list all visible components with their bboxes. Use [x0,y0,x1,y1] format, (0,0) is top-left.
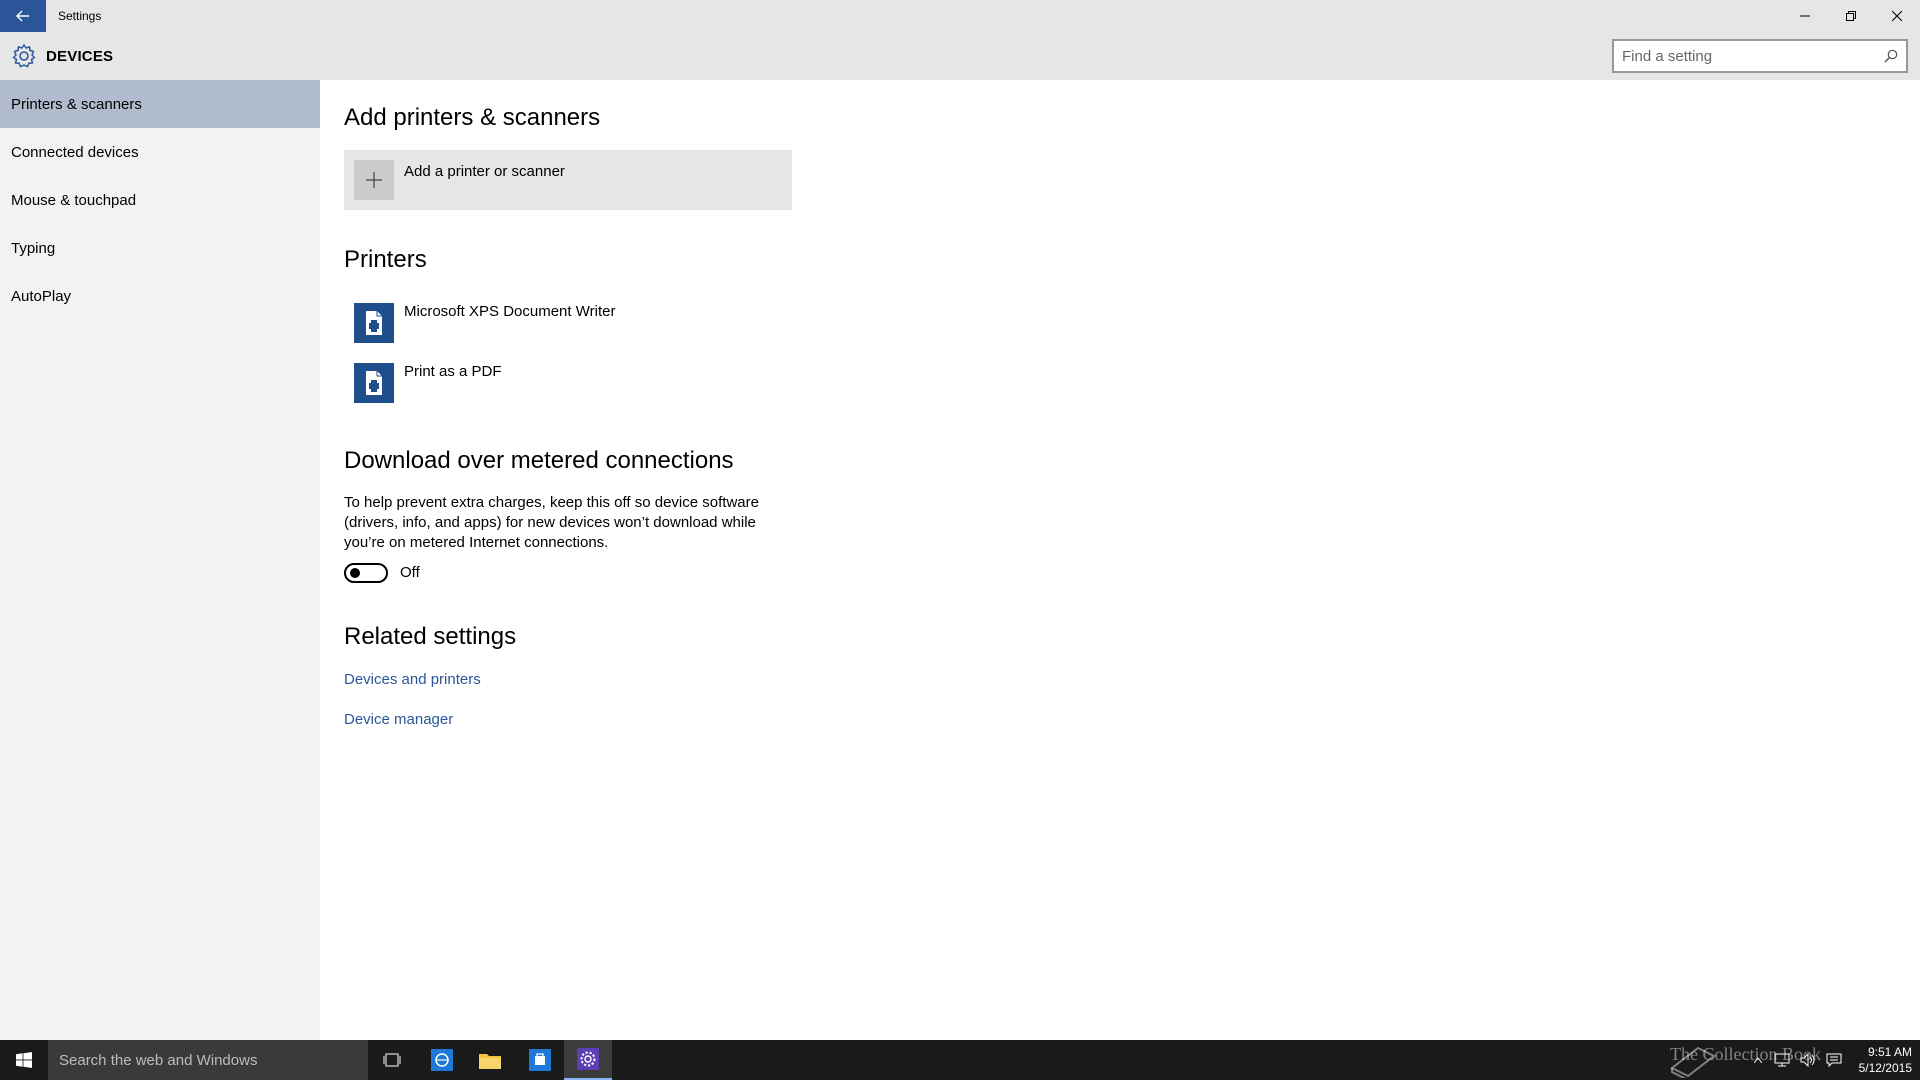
file-explorer-button[interactable] [466,1040,514,1080]
settings-icon [577,1048,599,1070]
taskbar-search-placeholder: Search the web and Windows [59,1051,258,1069]
printer-item[interactable]: Print as a PDF [344,363,792,423]
network-button[interactable] [1770,1040,1794,1080]
window-title: Settings [58,9,102,23]
volume-button[interactable] [1796,1040,1820,1080]
action-center-button[interactable] [1822,1040,1846,1080]
sidebar-item-connected-devices[interactable]: Connected devices [0,128,320,176]
page-title: DEVICES [46,48,114,65]
sidebar-item-autoplay[interactable]: AutoPlay [0,272,320,320]
store-button[interactable] [516,1040,564,1080]
network-icon [1774,1053,1790,1067]
sidebar-item-mouse-touchpad[interactable]: Mouse & touchpad [0,176,320,224]
printer-icon [354,303,394,343]
title-bar: Settings [0,0,1920,32]
printer-name: Microsoft XPS Document Writer [404,303,616,320]
minimize-icon [1800,15,1810,17]
clock[interactable]: 9:51 AM 5/12/2015 [1848,1044,1912,1076]
chevron-up-icon [1754,1057,1762,1063]
toggle-knob [350,568,360,578]
add-printer-label: Add a printer or scanner [404,163,565,180]
task-view-icon [383,1053,401,1067]
close-button[interactable] [1874,0,1920,32]
store-icon [529,1049,551,1071]
show-hidden-icons-button[interactable] [1748,1040,1768,1080]
toggle-state-label: Off [400,564,420,581]
taskbar-search[interactable]: Search the web and Windows [48,1040,368,1080]
restore-button[interactable] [1828,0,1874,32]
sidebar-item-label: Connected devices [11,143,139,161]
file-explorer-icon [479,1054,501,1069]
settings-header: DEVICES [0,32,1920,80]
back-arrow-icon [16,10,29,22]
printers-heading: Printers [344,246,427,273]
metered-heading: Download over metered connections [344,447,734,474]
sidebar-item-label: AutoPlay [11,287,72,305]
internet-explorer-icon [431,1049,453,1071]
search-input[interactable] [1622,41,1872,71]
printer-item[interactable]: Microsoft XPS Document Writer [344,303,792,363]
devices-printers-link[interactable]: Devices and printers [344,671,481,688]
settings-app-button[interactable] [564,1040,612,1080]
back-button[interactable] [0,0,46,32]
start-button[interactable] [0,1040,48,1080]
sidebar-item-label: Typing [11,239,56,257]
plus-icon [354,160,394,200]
metered-description: To help prevent extra charges, keep this… [344,494,759,551]
sidebar-item-label: Mouse & touchpad [11,191,137,209]
restore-icon [1846,11,1856,21]
printer-icon [354,363,394,403]
add-printers-heading: Add printers & scanners [344,104,601,131]
volume-icon [1800,1053,1815,1067]
device-manager-link[interactable]: Device manager [344,711,453,728]
clock-date: 5/12/2015 [1858,1061,1912,1075]
sidebar: Printers & scanners Connected devices Mo… [0,80,320,1040]
sidebar-item-label: Printers & scanners [11,95,142,113]
notification-icon [1826,1053,1842,1067]
search-icon[interactable] [1884,49,1898,63]
close-icon [1892,11,1902,21]
sidebar-item-printers-scanners[interactable]: Printers & scanners [0,80,320,128]
related-settings-heading: Related settings [344,623,517,650]
add-printer-button[interactable]: Add a printer or scanner [344,150,792,210]
clock-time: 9:51 AM [1867,1045,1912,1059]
internet-explorer-button[interactable] [418,1040,466,1080]
printer-name: Print as a PDF [404,363,502,380]
find-setting-search[interactable] [1612,39,1908,73]
sidebar-item-typing[interactable]: Typing [0,224,320,272]
gear-icon [12,44,36,68]
windows-logo-icon [16,1052,32,1068]
task-view-button[interactable] [368,1040,416,1080]
taskbar: Search the web and Windows The Collectio… [0,1040,1920,1080]
minimize-button[interactable] [1782,0,1828,32]
metered-toggle[interactable] [344,563,388,583]
